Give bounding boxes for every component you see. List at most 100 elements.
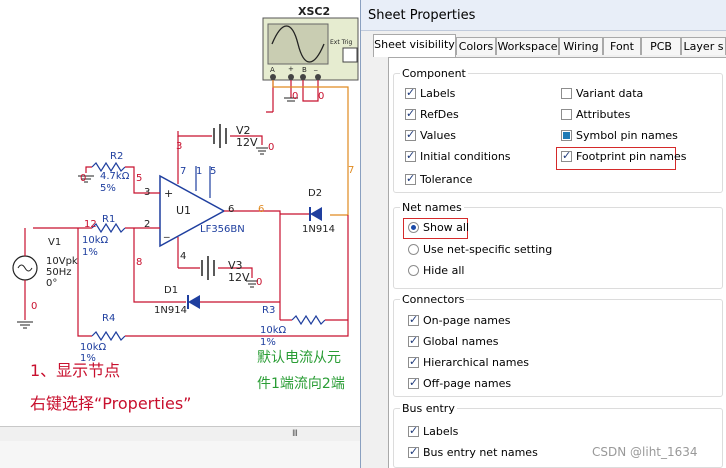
- annotation-show-nodes: 1、显示节点: [30, 361, 121, 380]
- diode-d1-symbol: [188, 295, 200, 309]
- off-page-names-label: Off-page names: [423, 377, 512, 390]
- schematic-canvas[interactable]: XSC2 Ext Trig A B + _ 0 0 V2 12V 0 3 7 7…: [0, 0, 360, 468]
- r2-name: R2: [110, 151, 124, 162]
- symbol-pin-names-label: Symbol pin names: [576, 129, 678, 142]
- initial-conditions-checkbox[interactable]: [405, 149, 416, 162]
- pin-label: 7: [180, 166, 187, 177]
- symbol-pin-names-checkbox[interactable]: [561, 130, 572, 141]
- oscilloscope-symbol[interactable]: [262, 17, 359, 81]
- v1-amplitude: 10Vpk: [46, 256, 78, 267]
- r4-name: R4: [102, 313, 116, 324]
- node-label: 0: [292, 91, 299, 102]
- workspace-footer: [0, 441, 360, 468]
- net-names-group-title: Net names: [400, 201, 464, 214]
- r3-value: 10kΩ: [260, 325, 287, 336]
- node-label: 12: [84, 219, 97, 230]
- footprint-pin-names-checkbox[interactable]: [561, 149, 572, 162]
- diode-d2-symbol: [310, 207, 322, 221]
- bus-entry-group: [393, 408, 723, 468]
- global-names-label: Global names: [423, 335, 499, 348]
- plus-label: +: [288, 65, 294, 73]
- node-label: 0: [268, 142, 275, 153]
- node-label: 6: [258, 204, 265, 215]
- opamp-minus: _: [164, 225, 170, 238]
- labels-checkbox[interactable]: [405, 86, 416, 99]
- opamp-pin: 3: [144, 187, 151, 198]
- v1-name: V1: [48, 237, 62, 248]
- v2-value: 12V: [236, 136, 258, 149]
- u1-name: U1: [176, 204, 192, 217]
- minus-label: _: [314, 63, 318, 71]
- v3-value: 12V: [228, 271, 250, 284]
- tolerance-checkbox[interactable]: [405, 172, 416, 185]
- r3-name: R3: [262, 305, 276, 316]
- channel-a-label: A: [270, 66, 275, 74]
- hide-all-label: Hide all: [423, 264, 465, 277]
- u1-part: LF356BN: [200, 224, 245, 235]
- node-label: 8: [136, 257, 143, 268]
- variant-data-label: Variant data: [576, 87, 644, 100]
- v3-name: V3: [228, 259, 243, 272]
- opamp-pin: 4: [180, 251, 187, 262]
- node-label: 5: [136, 173, 143, 184]
- node-label: 0: [256, 277, 263, 288]
- scrollbar-grip-icon[interactable]: III: [292, 429, 298, 439]
- channel-b-label: B: [302, 66, 307, 74]
- bus-entry-net-names-checkbox[interactable]: [408, 445, 419, 458]
- node-label: 0: [318, 91, 325, 102]
- opamp-pin: 6: [228, 204, 235, 215]
- hierarchical-names-label: Hierarchical names: [423, 356, 529, 369]
- dialog-titlebar[interactable]: Sheet Properties: [361, 0, 726, 31]
- off-page-names-checkbox[interactable]: [408, 376, 419, 389]
- variant-data-checkbox[interactable]: [561, 88, 572, 99]
- tolerance-label: Tolerance: [420, 173, 473, 186]
- node-label: 7: [348, 165, 355, 176]
- tab-layer-settings[interactable]: Layer s: [681, 37, 726, 55]
- use-net-specific-radio[interactable]: [408, 244, 419, 255]
- horizontal-scrollbar[interactable]: III: [0, 426, 360, 442]
- r1-value: 10kΩ: [82, 235, 109, 246]
- v2-name: V2: [236, 124, 251, 137]
- watermark: CSDN @liht_1634: [592, 445, 698, 459]
- refdes-label: RefDes: [420, 108, 459, 121]
- dialog-title: Sheet Properties: [368, 8, 476, 23]
- d1-part: 1N914: [154, 305, 187, 316]
- r2-tolerance: 5%: [100, 183, 116, 194]
- tab-colors[interactable]: Colors: [456, 37, 496, 55]
- v1-frequency: 50Hz: [46, 267, 72, 278]
- attributes-checkbox[interactable]: [561, 109, 572, 120]
- refdes-checkbox[interactable]: [405, 107, 416, 120]
- d2-part: 1N914: [302, 224, 335, 235]
- tab-sheet-visibility[interactable]: Sheet visibility: [373, 34, 456, 57]
- v1-phase: 0°: [46, 278, 58, 289]
- global-names-checkbox[interactable]: [408, 334, 419, 347]
- values-checkbox[interactable]: [405, 128, 416, 141]
- r4-value: 10kΩ: [80, 342, 107, 353]
- d2-name: D2: [308, 188, 323, 199]
- hierarchical-names-checkbox[interactable]: [408, 355, 419, 368]
- d1-name: D1: [164, 285, 179, 296]
- show-all-radio[interactable]: [408, 222, 419, 233]
- opamp-plus: +: [164, 187, 174, 200]
- node-label: 3: [176, 141, 183, 152]
- tab-font[interactable]: Font: [603, 37, 641, 55]
- bus-entry-group-title: Bus entry: [400, 402, 457, 415]
- on-page-names-checkbox[interactable]: [408, 313, 419, 326]
- bus-entry-net-names-label: Bus entry net names: [423, 446, 538, 459]
- bus-labels-checkbox[interactable]: [408, 424, 419, 437]
- tab-wiring[interactable]: Wiring: [559, 37, 603, 55]
- pin-label: 1: [196, 166, 203, 177]
- tab-pcb[interactable]: PCB: [641, 37, 681, 55]
- r1-tolerance: 1%: [82, 247, 98, 258]
- bus-labels-label: Labels: [423, 425, 459, 438]
- r2-value: 4.7kΩ: [100, 171, 130, 182]
- hide-all-radio[interactable]: [408, 265, 419, 276]
- pin-label: 5: [210, 166, 217, 177]
- annotation-right-click: 右键选择“Properties”: [30, 394, 192, 413]
- show-all-label: Show all: [423, 221, 470, 234]
- initial-conditions-label: Initial conditions: [420, 150, 511, 163]
- attributes-label: Attributes: [576, 108, 631, 121]
- footprint-pin-names-label: Footprint pin names: [576, 150, 687, 163]
- annotation-current-direction-1: 默认电流从元: [257, 350, 341, 366]
- tab-workspace[interactable]: Workspace: [496, 37, 559, 55]
